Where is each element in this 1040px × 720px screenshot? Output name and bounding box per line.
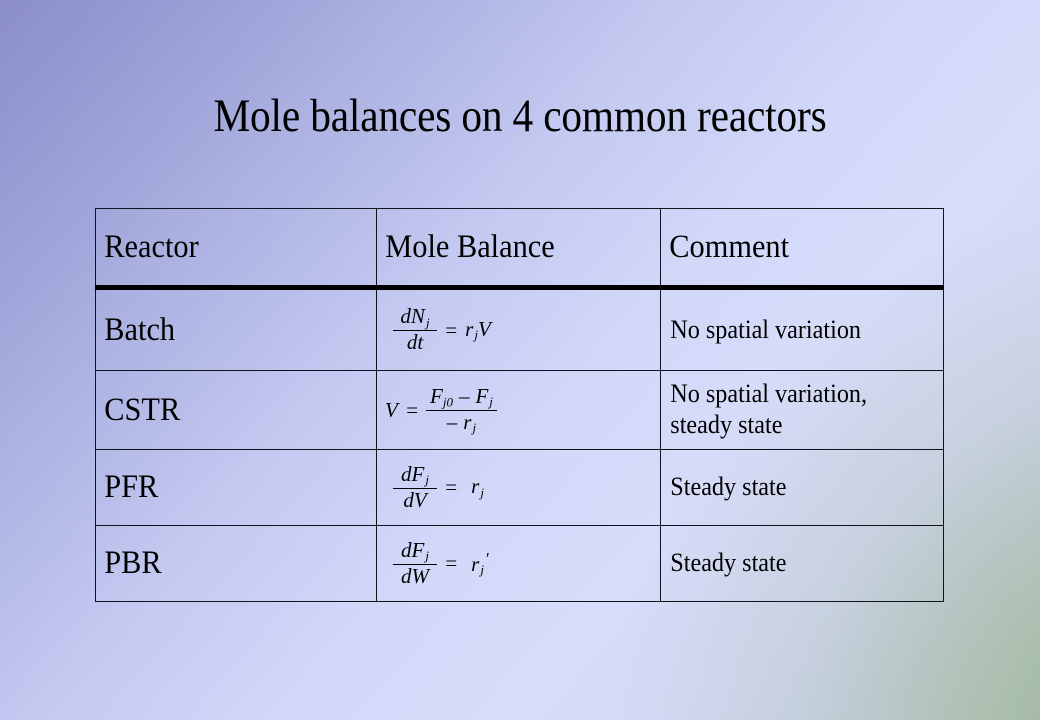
numerator-subscript: j bbox=[425, 548, 429, 564]
cell-equation-pfr: dFj dV = rj bbox=[376, 449, 661, 526]
reactor-name-pbr: PBR bbox=[104, 545, 162, 581]
numerator-first-subscript: j0 bbox=[442, 394, 453, 410]
equation-pbr: dFj dW = rj′ bbox=[377, 537, 660, 588]
cell-reactor-batch: Batch bbox=[95, 287, 377, 371]
equation-lhs: V bbox=[385, 397, 398, 422]
comment-line: Steady state bbox=[670, 472, 787, 502]
rhs-tail-symbol: V bbox=[477, 316, 491, 341]
comment-line: No spatial variation bbox=[670, 314, 862, 344]
fraction-denominator: dW bbox=[401, 563, 429, 588]
numerator-second-symbol: F bbox=[475, 383, 489, 408]
fraction-batch: dNj dt bbox=[393, 306, 437, 353]
comment-cstr: No spatial variation, steady state bbox=[661, 379, 923, 440]
fraction-numerator: dFj bbox=[397, 537, 433, 564]
comment-pbr: Steady state bbox=[661, 548, 923, 579]
cell-reactor-pbr: PBR bbox=[95, 525, 377, 602]
header-cell-mole-balance: Mole Balance bbox=[376, 208, 661, 290]
header-label-mole-balance: Mole Balance bbox=[385, 228, 555, 265]
numerator-symbol: dF bbox=[401, 537, 425, 562]
fraction-denominator: dt bbox=[406, 330, 424, 355]
equation-pfr: dFj dV = rj bbox=[377, 461, 660, 512]
numerator-minus: – bbox=[458, 383, 470, 408]
comment-line: No spatial variation, bbox=[670, 379, 868, 409]
fraction-numerator: dFj bbox=[397, 461, 433, 488]
fraction-pfr: dFj dV bbox=[393, 461, 437, 512]
numerator-symbol: dN bbox=[400, 304, 425, 329]
cell-comment-pfr: Steady state bbox=[660, 449, 944, 526]
fraction-numerator: dNj bbox=[396, 306, 433, 330]
rhs-prime: ′ bbox=[484, 548, 489, 568]
numerator-symbol: dF bbox=[401, 461, 425, 486]
cell-equation-pbr: dFj dW = rj′ bbox=[376, 525, 661, 602]
equation-batch: dNj dt = rjV bbox=[377, 306, 660, 353]
table-row: PFR dFj dV = rj Steady state bbox=[95, 449, 944, 526]
numerator-second-subscript: j bbox=[489, 394, 493, 410]
header-cell-reactor: Reactor bbox=[95, 208, 377, 290]
equals-operator: = bbox=[444, 317, 459, 342]
equation-rhs: rjV bbox=[465, 317, 491, 344]
cell-equation-cstr: V = Fj0– Fj – rj bbox=[376, 370, 661, 450]
equals-operator: = bbox=[444, 475, 459, 499]
rhs-subscript: j bbox=[480, 484, 484, 500]
equation-rhs: rj′ bbox=[465, 549, 488, 579]
cell-equation-batch: dNj dt = rjV bbox=[376, 287, 661, 371]
header-label-reactor: Reactor bbox=[104, 228, 199, 265]
table-row: CSTR V = Fj0– Fj – rj No spatial variati… bbox=[95, 370, 944, 450]
slide-canvas: Mole balances on 4 common reactors React… bbox=[0, 0, 1040, 720]
table-header-row: Reactor Mole Balance Comment bbox=[95, 208, 944, 290]
reactor-name-pfr: PFR bbox=[104, 469, 159, 505]
equals-operator: = bbox=[444, 551, 459, 575]
reactor-name-cstr: CSTR bbox=[104, 391, 181, 428]
comment-line: steady state bbox=[670, 410, 783, 439]
numerator-subscript: j bbox=[425, 314, 430, 330]
cell-reactor-pfr: PFR bbox=[95, 449, 377, 526]
fraction-denominator: dV bbox=[403, 487, 427, 512]
page-title: Mole balances on 4 common reactors bbox=[213, 90, 827, 142]
mole-balance-table: Reactor Mole Balance Comment Batch dNj d… bbox=[95, 208, 944, 602]
equation-cstr: V = Fj0– Fj – rj bbox=[377, 383, 660, 435]
table-row: Batch dNj dt = rjV No spatial variation bbox=[95, 287, 944, 371]
comment-batch: No spatial variation bbox=[661, 315, 923, 346]
cell-reactor-cstr: CSTR bbox=[95, 370, 377, 450]
fraction-pbr: dFj dW bbox=[393, 537, 437, 588]
numerator-subscript: j bbox=[425, 472, 429, 488]
header-label-comment: Comment bbox=[669, 228, 790, 265]
comment-pfr: Steady state bbox=[661, 472, 923, 503]
fraction-denominator: – rj bbox=[443, 411, 480, 435]
cell-comment-cstr: No spatial variation, steady state bbox=[660, 370, 944, 450]
fraction-numerator: Fj0– Fj bbox=[426, 383, 497, 410]
header-cell-comment: Comment bbox=[660, 208, 944, 290]
equation-rhs: rj bbox=[465, 474, 484, 501]
table-row: PBR dFj dW = rj′ Steady state bbox=[95, 525, 944, 602]
cell-comment-batch: No spatial variation bbox=[660, 287, 944, 371]
equals-operator: = bbox=[404, 397, 419, 422]
cell-comment-pbr: Steady state bbox=[660, 525, 944, 602]
fraction-cstr: Fj0– Fj – rj bbox=[426, 383, 497, 435]
comment-line: Steady state bbox=[670, 548, 787, 578]
numerator-first-symbol: F bbox=[430, 383, 443, 408]
denominator-minus: – bbox=[446, 409, 458, 434]
denominator-subscript: j bbox=[472, 420, 477, 436]
reactor-name-batch: Batch bbox=[104, 311, 176, 348]
